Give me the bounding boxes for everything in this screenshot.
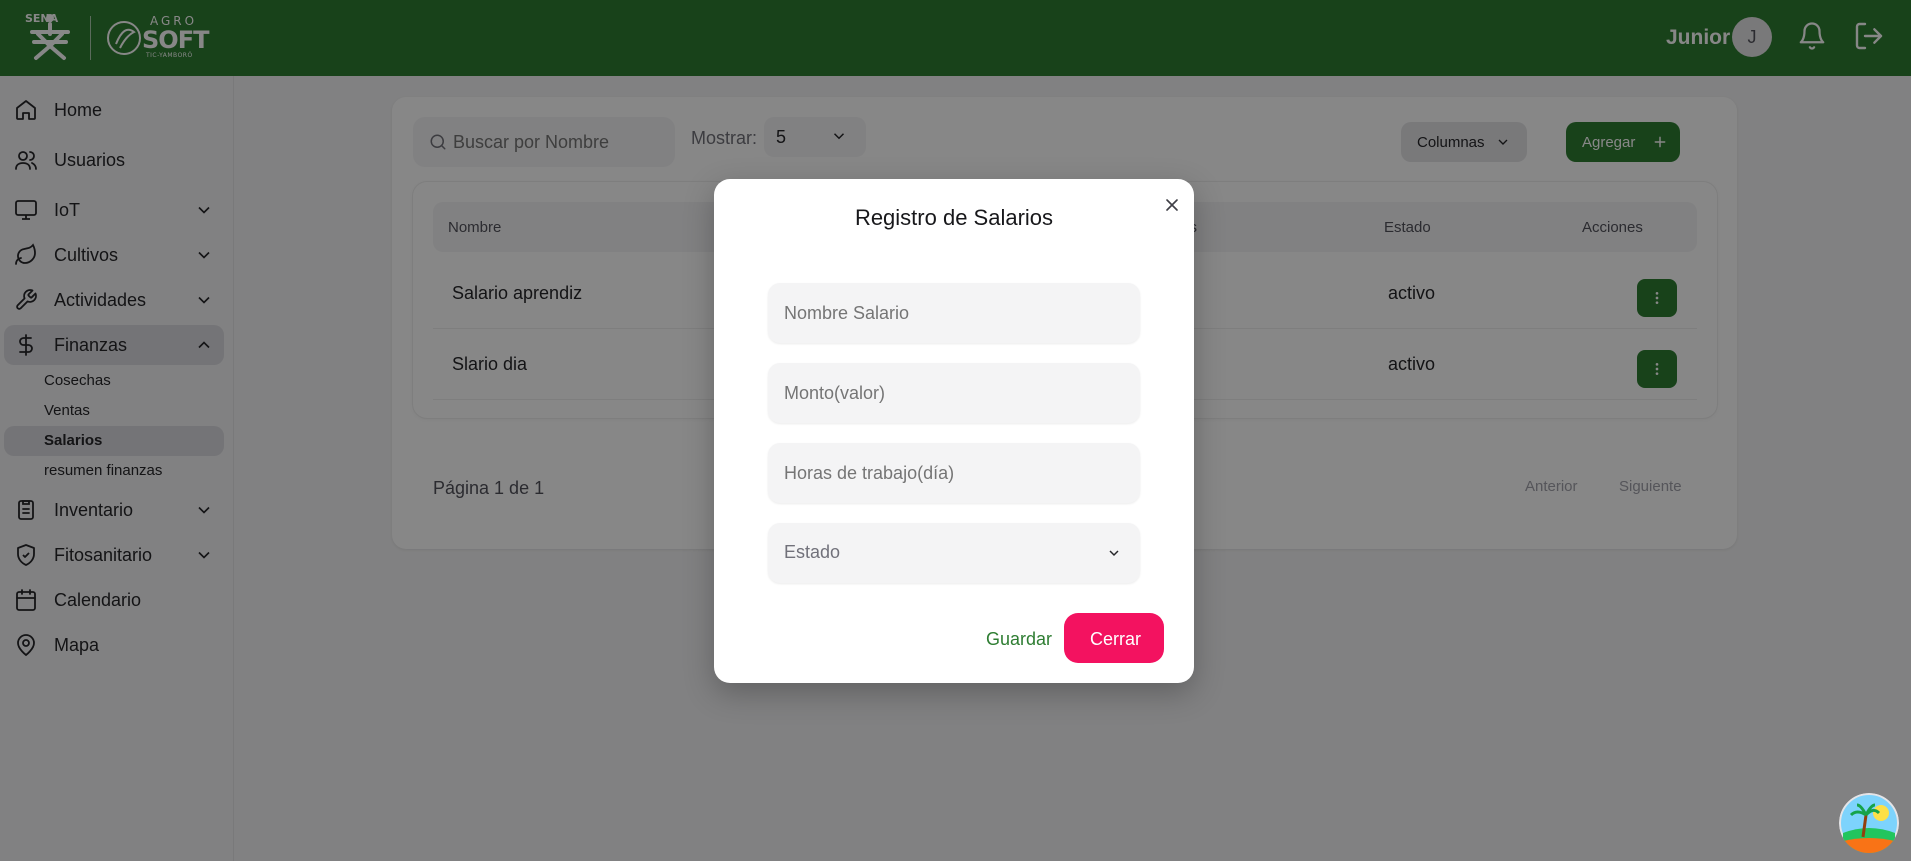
close-button[interactable]: Cerrar <box>1064 613 1164 663</box>
assistant-palm-icon[interactable] <box>1839 793 1899 853</box>
save-button-label: Guardar <box>986 629 1053 649</box>
salary-name-input[interactable] <box>784 300 1124 326</box>
amount-field[interactable] <box>768 363 1140 423</box>
status-select[interactable]: Estado <box>768 523 1140 583</box>
work-hours-input[interactable] <box>784 460 1124 486</box>
close-icon[interactable] <box>1162 195 1182 215</box>
work-hours-field[interactable] <box>768 443 1140 503</box>
salary-name-field[interactable] <box>768 283 1140 343</box>
amount-input[interactable] <box>784 380 1124 406</box>
close-button-label: Cerrar <box>1090 629 1142 649</box>
status-select-placeholder: Estado <box>784 542 841 562</box>
modal-title: Registro de Salarios <box>854 205 1054 230</box>
save-button[interactable]: Guardar <box>964 613 1064 663</box>
chevron-down-icon <box>1109 550 1119 557</box>
salary-registration-modal: Registro de Salarios Estado Guardar Cerr… <box>714 179 1194 683</box>
